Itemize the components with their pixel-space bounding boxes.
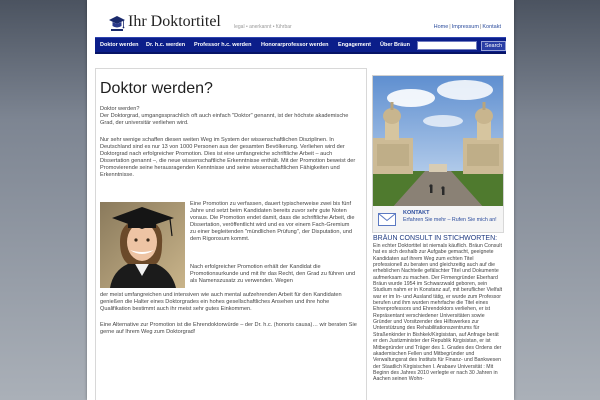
page-container: Ihr Doktortitel legal • anerkannt • führ… — [87, 0, 514, 400]
body-paragraph-3-start: Nach erfolgreicher Promotion erhält der … — [190, 264, 356, 284]
graduation-cap-icon — [109, 16, 125, 31]
contact-subtitle[interactable]: Erfahren Sie mehr – Rufen Sie mich an! — [403, 217, 497, 223]
page-title: Doktor werden? — [100, 80, 213, 97]
body-paragraph-2: Eine Promotion zu verfassen, dauert typi… — [190, 201, 355, 242]
site-logo-title[interactable]: Ihr Doktortitel — [128, 13, 221, 31]
site-tagline: legal • anerkannt • führbar — [234, 24, 292, 30]
body-paragraph-4: Eine Alternative zur Promotion ist die E… — [100, 322, 357, 335]
top-links: Home|Impressum|Kontakt — [433, 24, 501, 30]
main-navigation: Doktor werden Dr. h.c. werden Professor … — [95, 37, 506, 54]
sidebar: KONTAKT Erfahren Sie mehr – Rufen Sie mi… — [372, 68, 506, 400]
intro-paragraph: Doktor werden? Der Doktorgrad, umgangssp… — [100, 106, 349, 126]
nav-item-doktor-werden[interactable]: Doktor werden — [100, 42, 139, 48]
header: Ihr Doktortitel legal • anerkannt • führ… — [87, 0, 514, 37]
campus-photo — [372, 75, 504, 210]
top-link-home[interactable]: Home — [434, 24, 449, 30]
top-link-kontakt[interactable]: Kontakt — [482, 24, 501, 30]
nav-item-engagement[interactable]: Engagement — [338, 42, 371, 48]
contact-box[interactable]: KONTAKT Erfahren Sie mehr – Rufen Sie mi… — [372, 206, 504, 233]
body-paragraph-3-end: der meist umfangreichen und intensiven w… — [100, 292, 342, 312]
nav-item-dr-hc-werden[interactable]: Dr. h.c. werden — [146, 42, 185, 48]
top-link-impressum[interactable]: Impressum — [452, 24, 479, 30]
nav-item-ueber-braeun[interactable]: Über Bräun — [380, 42, 410, 48]
graduate-photo — [100, 202, 185, 288]
contact-title[interactable]: KONTAKT — [403, 210, 429, 216]
body-paragraph-1: Nur sehr wenige schaffen diesen weiten W… — [100, 137, 356, 178]
search-input[interactable] — [417, 41, 477, 50]
sidebar-heading: BRÄUN CONSULT IN STICHWORTEN: — [373, 235, 498, 242]
main-content: Doktor werden? Doktor werden? Der Doktor… — [95, 68, 367, 400]
nav-item-professor-hc-werden[interactable]: Professor h.c. werden — [194, 42, 251, 48]
search-button[interactable]: Search — [481, 41, 506, 51]
nav-item-honorarprofessor-werden[interactable]: Honorarprofessor werden — [261, 42, 329, 48]
envelope-icon — [378, 213, 396, 226]
sidebar-text: Ein echter Doktortitel ist niemals käufl… — [373, 243, 503, 383]
